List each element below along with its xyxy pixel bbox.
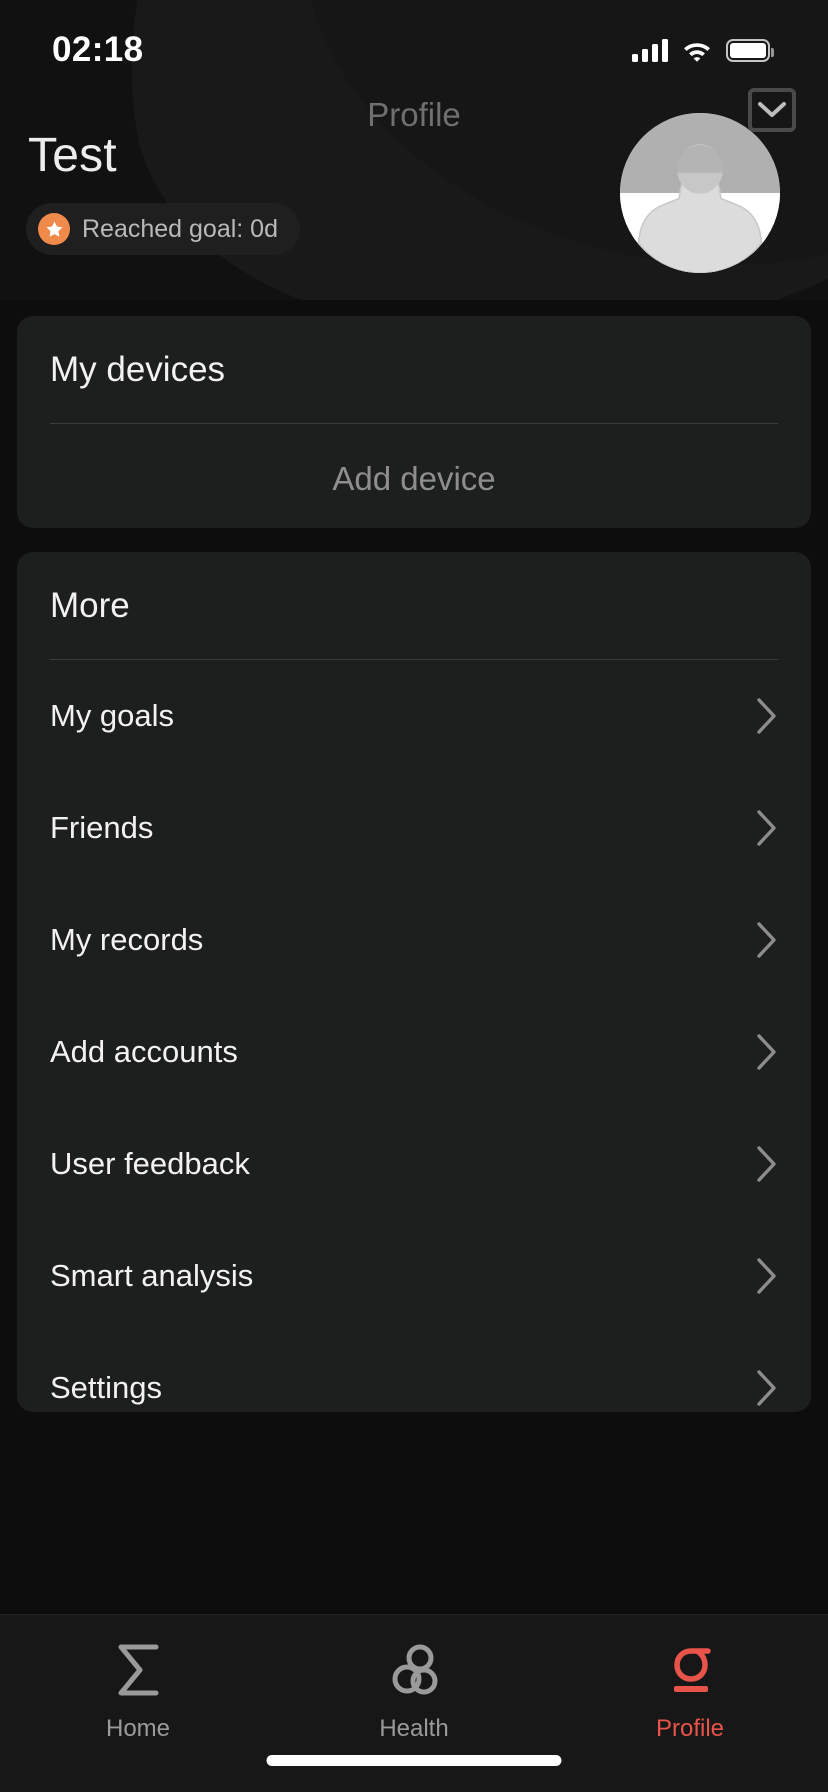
- chevron-right-icon: [756, 1257, 778, 1295]
- add-device-button[interactable]: Add device: [17, 424, 811, 534]
- tab-label: Home: [105, 1715, 171, 1742]
- sigma-icon: [111, 1639, 165, 1701]
- list-item[interactable]: Add accounts: [50, 996, 778, 1108]
- reached-goal-badge[interactable]: Reached goal: 0d: [26, 203, 300, 255]
- list-item[interactable]: Friends: [50, 772, 778, 884]
- tab-label: Health: [379, 1715, 449, 1742]
- tab-profile[interactable]: Profile: [552, 1639, 828, 1743]
- list-item-label: My goals: [50, 698, 175, 733]
- sigma-lower-icon: [664, 1639, 716, 1701]
- home-indicator: [266, 1755, 562, 1766]
- chevron-right-icon: [756, 921, 778, 959]
- list-item-label: Friends: [50, 810, 154, 845]
- knot-loops-icon: [386, 1639, 442, 1701]
- list-item-label: User feedback: [50, 1146, 250, 1181]
- cellular-signal-icon: [632, 38, 668, 62]
- list-item[interactable]: Settings: [50, 1332, 778, 1444]
- tab-label: Profile: [655, 1715, 725, 1742]
- list-item[interactable]: User feedback: [50, 1108, 778, 1220]
- status-bar: 02:18: [0, 0, 828, 100]
- avatar[interactable]: [620, 113, 780, 273]
- my-devices-card: My devices Add device: [17, 316, 811, 528]
- list-item-label: Settings: [50, 1370, 163, 1405]
- chevron-right-icon: [756, 1369, 778, 1407]
- tab-health[interactable]: Health: [276, 1639, 552, 1743]
- list-item[interactable]: My goals: [50, 660, 778, 772]
- user-name: Test: [28, 129, 117, 182]
- list-item[interactable]: My records: [50, 884, 778, 996]
- reached-goal-text: Reached goal: 0d: [82, 214, 278, 243]
- status-bar-clock: 02:18: [52, 30, 144, 69]
- more-card: More My goals Friends My records Add accoun…: [17, 552, 811, 1412]
- chevron-right-icon: [756, 809, 778, 847]
- more-list: My goals Friends My records Add accounts Use…: [17, 660, 811, 1444]
- chevron-right-icon: [756, 697, 778, 735]
- list-item[interactable]: Smart analysis: [50, 1220, 778, 1332]
- list-item-label: My records: [50, 922, 204, 957]
- tab-home[interactable]: Home: [0, 1639, 276, 1743]
- wifi-icon: [682, 39, 712, 62]
- star-icon: [38, 213, 70, 245]
- battery-icon: [726, 39, 774, 62]
- status-bar-indicators: [632, 38, 774, 62]
- more-title: More: [50, 586, 130, 625]
- my-devices-title: My devices: [50, 350, 226, 389]
- list-item-label: Smart analysis: [50, 1258, 254, 1293]
- chevron-right-icon: [756, 1145, 778, 1183]
- chevron-right-icon: [756, 1033, 778, 1071]
- app-screen: 02:18 Profile Test Reached goal: 0d My d…: [0, 0, 828, 1792]
- list-item-label: Add accounts: [50, 1034, 238, 1069]
